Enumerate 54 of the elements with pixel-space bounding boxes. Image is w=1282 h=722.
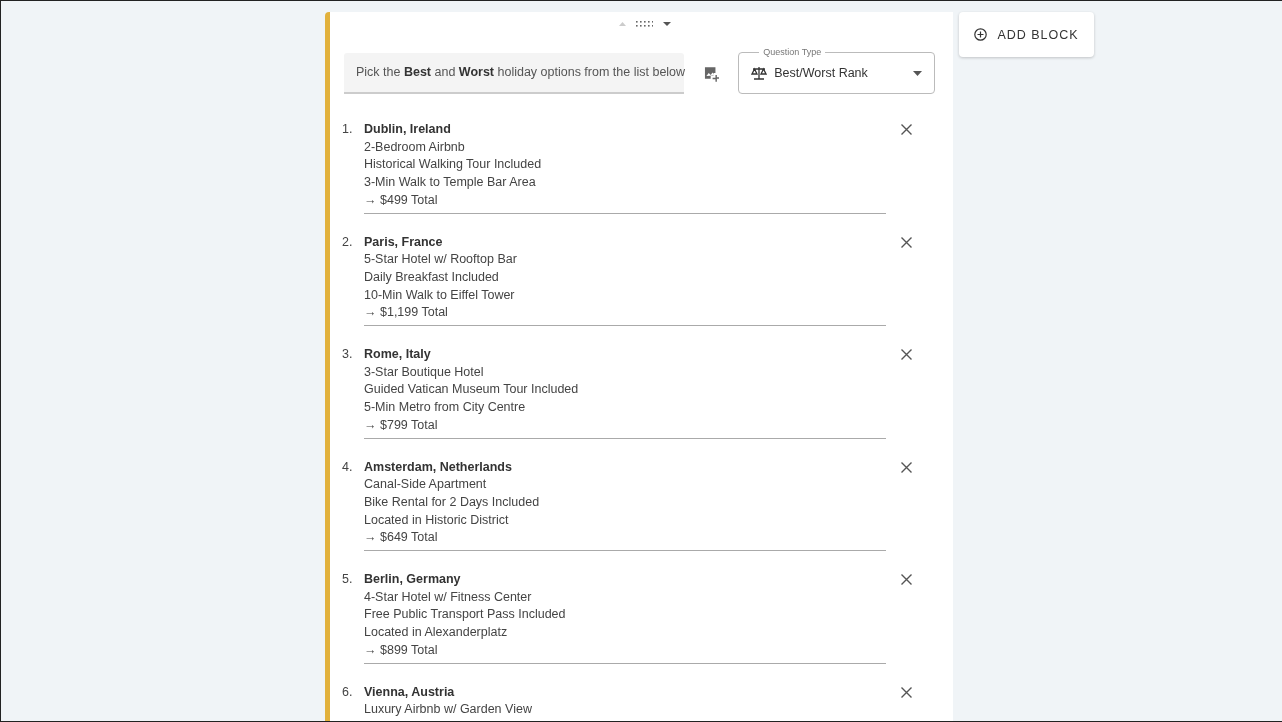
add-image-icon[interactable]: [704, 66, 720, 82]
close-icon[interactable]: [901, 349, 912, 361]
option-text-field[interactable]: Berlin, Germany 4-Star Hotel w/ Fitness Center Free Public Transport Pass Included Located in Alexanderplatz → $899 Total: [364, 571, 886, 664]
option-line: Located in Historic District: [364, 511, 510, 529]
add-icon: [974, 28, 988, 41]
option-text-field[interactable]: Vienna, Austria Luxury Airbnb w/ Garden View: [364, 683, 886, 721]
option-number: 5.: [342, 571, 354, 589]
close-icon[interactable]: [901, 236, 912, 248]
option-title: Berlin, Germany: [364, 571, 462, 589]
option-line: 10-Min Walk to Eiffel Tower: [364, 286, 516, 304]
close-icon[interactable]: [901, 686, 912, 698]
option-title: Dublin, Ireland: [364, 121, 452, 138]
option-number: 6.: [342, 683, 354, 701]
option-line: → $649 Total: [364, 529, 439, 547]
option-number: 3.: [342, 346, 354, 364]
option-title: Amsterdam, Netherlands: [364, 458, 513, 476]
option-line: 3-Star Boutique Hotel: [364, 363, 485, 381]
option-line: → $799 Total: [364, 416, 439, 434]
option-line: → $499 Total: [364, 191, 439, 209]
close-icon[interactable]: [901, 574, 912, 586]
option-line: 2-Bedroom Airbnb: [364, 138, 466, 156]
option-text-field[interactable]: Rome, Italy 3-Star Boutique Hotel Guided Vatican Museum Tour Included 5-Min Metro from City Centre → $799 Total: [364, 346, 886, 439]
question-text-field[interactable]: Pick the Best and Worst holiday options from the list below: [344, 52, 684, 94]
add-block-button[interactable]: ADD BLOCK: [959, 12, 1094, 57]
option-title: Vienna, Austria: [364, 683, 456, 701]
option-line: 3-Min Walk to Temple Bar Area: [364, 174, 537, 192]
scale-icon: [751, 65, 768, 81]
option-number: 4.: [342, 458, 354, 476]
option-number: 1.: [342, 121, 354, 138]
option-line: Bike Rental for 2 Days Included: [364, 493, 541, 511]
close-icon[interactable]: [901, 461, 912, 473]
option-line: Guided Vatican Museum Tour Included: [364, 381, 580, 399]
drag-handle-icon[interactable]: [635, 21, 653, 27]
option-text-field[interactable]: Amsterdam, Netherlands Canal-Side Apartment Bike Rental for 2 Days Included Located in Historic District → $649 Total: [364, 458, 886, 552]
option-line: Free Public Transport Pass Included: [364, 606, 567, 624]
option-text-field[interactable]: Paris, France 5-Star Hotel w/ Rooftop Bar Daily Breakfast Included 10-Min Walk to Eiffel Tower → $1,199 Total: [364, 233, 886, 327]
option-line: Canal-Side Apartment: [364, 476, 488, 494]
option-line: Daily Breakfast Included: [364, 268, 500, 286]
option-line: 5-Min Metro from City Centre: [364, 399, 527, 417]
option-line: 5-Star Hotel w/ Rooftop Bar: [364, 251, 518, 269]
option-line: → $899 Total: [364, 641, 439, 659]
option-line: Historical Walking Tour Included: [364, 156, 543, 174]
option-title: Paris, France: [364, 233, 444, 251]
option-number: 2.: [342, 233, 354, 251]
option-line: Luxury Airbnb w/ Garden View: [364, 701, 533, 719]
move-down-icon[interactable]: [662, 22, 671, 26]
caret-icon: [913, 70, 922, 76]
select-label: Question Type: [759, 47, 826, 58]
option-line: 4-Star Hotel w/ Fitness Center: [364, 588, 533, 606]
option-text-field[interactable]: Dublin, Ireland 2-Bedroom Airbnb Historical Walking Tour Included 3-Min Walk to Temple Bar Area → $499 Total: [364, 121, 886, 214]
option-title: Rome, Italy: [364, 346, 432, 364]
close-icon[interactable]: [901, 124, 912, 135]
option-line: Located in Alexanderplatz: [364, 624, 509, 642]
option-line: → $1,199 Total: [364, 304, 449, 322]
